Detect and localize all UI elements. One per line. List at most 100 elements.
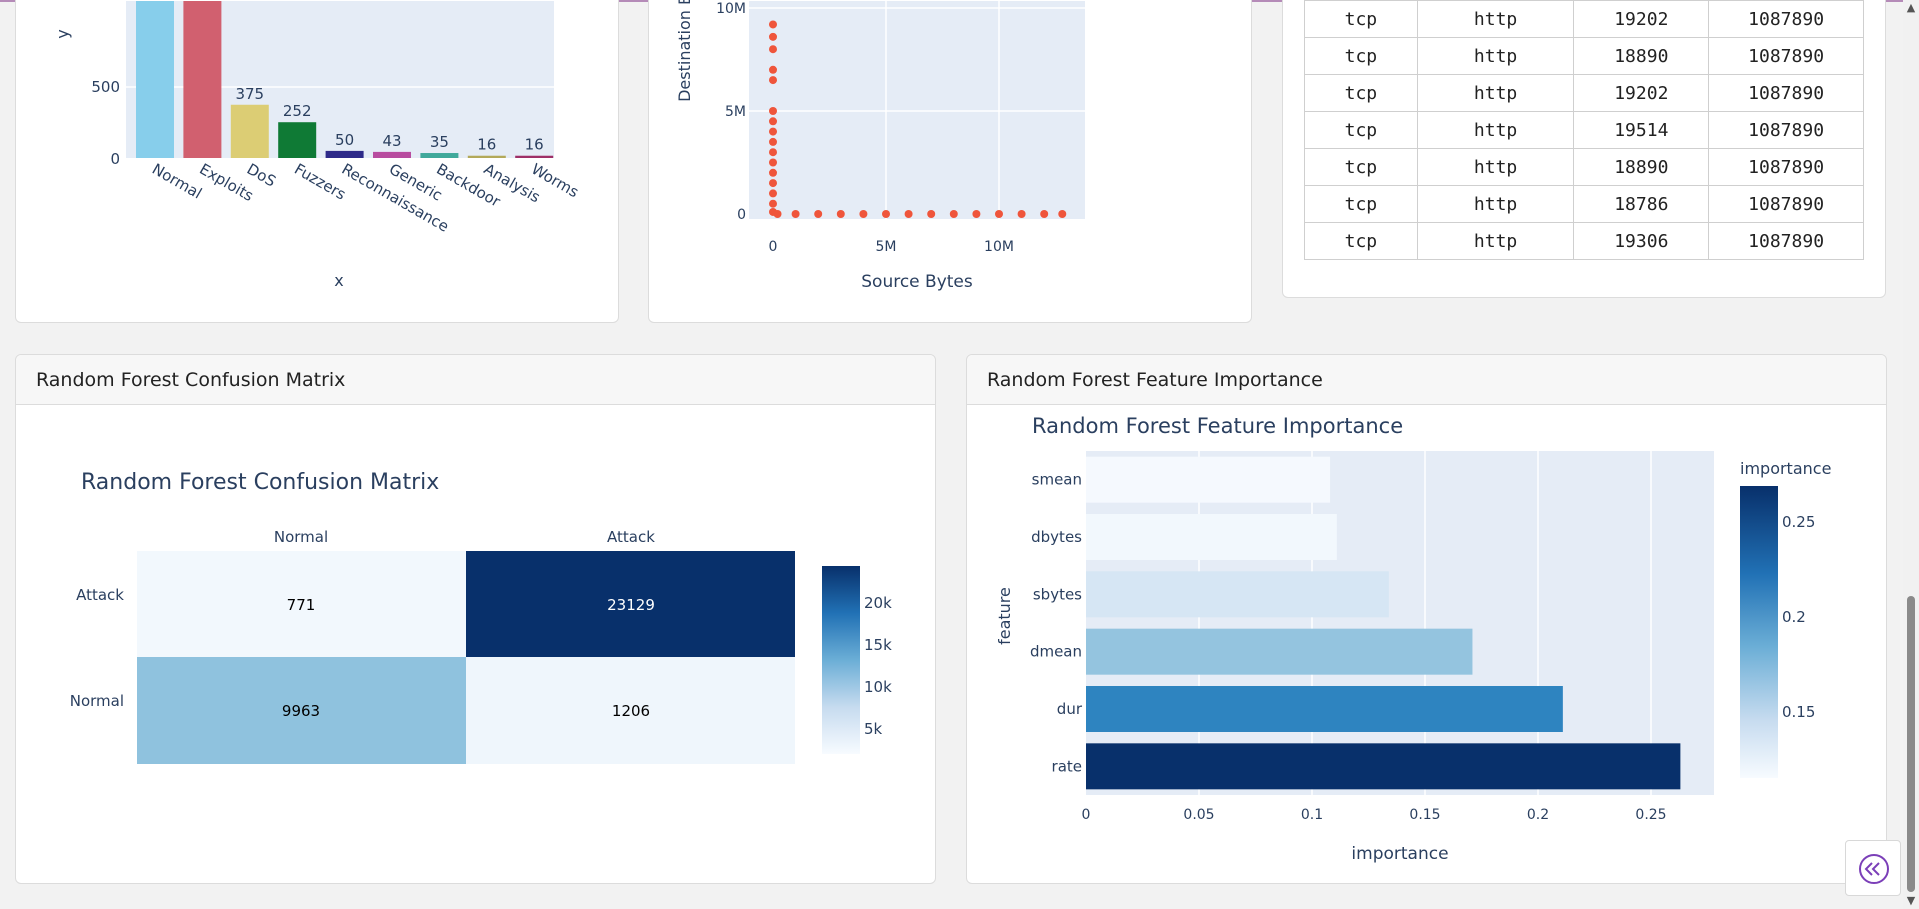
confusion-matrix-title: Random Forest Confusion Matrix xyxy=(81,470,439,495)
feature-importance-title: Random Forest Feature Importance xyxy=(1032,414,1403,438)
table-cell: 1087890 xyxy=(1708,148,1864,186)
attack-category-bar-chart: y 500 0 x NormalExploits375DoS252Fuzzers… xyxy=(53,1,582,290)
table-cell: http xyxy=(1416,222,1575,260)
bar-normal xyxy=(136,1,174,158)
scatter-x-tick-10m: 10M xyxy=(984,239,1014,255)
fi-colorbar xyxy=(1740,486,1778,778)
cm-x-label-attack: Attack xyxy=(607,528,655,546)
feature-importance-chart: Random Forest Feature Importance feature… xyxy=(995,414,1831,864)
fi-bar-dbytes xyxy=(1086,514,1337,560)
confusion-matrix-chart: Random Forest Confusion Matrix Normal At… xyxy=(70,470,892,764)
table-row: tcp http 18890 1087890 xyxy=(1304,148,1864,186)
scatter-y-tick-0: 0 xyxy=(737,207,746,223)
bar-value-label: 375 xyxy=(235,85,264,103)
scatter-plot-area xyxy=(749,1,1085,219)
scatter-point xyxy=(859,210,868,218)
scatter-x-axis-label: Source Bytes xyxy=(861,272,973,292)
scatter-x-tick-5m: 5M xyxy=(876,239,897,255)
scatter-point xyxy=(769,179,777,188)
scatter-point xyxy=(769,76,777,85)
scatter-point xyxy=(769,117,777,126)
table-cell: 1087890 xyxy=(1708,185,1864,223)
cm-colorbar xyxy=(822,566,860,754)
scatter-point xyxy=(769,65,777,74)
records-table: tcp http 19202 1087890 tcp http 18890 1087890 tc… xyxy=(1304,0,1864,260)
cm-colorbar-tick-15k: 15k xyxy=(864,636,892,654)
cm-value-attack-attack: 23129 xyxy=(607,596,655,614)
confusion-matrix-card: Random Forest Confusion Matrix Random Fo… xyxy=(15,354,936,884)
page-scrollbar-thumb[interactable] xyxy=(1907,596,1915,892)
fi-x-tick: 0 xyxy=(1082,807,1091,823)
bar-y-axis-label: y xyxy=(53,29,72,38)
scatter-point xyxy=(769,127,777,136)
scatter-point xyxy=(791,210,800,218)
bar-value-label: 16 xyxy=(477,136,496,154)
scatter-y-tick-10m: 10M xyxy=(716,1,746,17)
bar-analysis xyxy=(467,155,506,158)
cm-colorbar-tick-20k: 20k xyxy=(864,594,892,612)
scatter-point xyxy=(814,210,823,218)
table-cell: 19306 xyxy=(1573,222,1710,260)
scatter-point xyxy=(769,158,777,167)
scroll-down-arrow-icon[interactable]: ▼ xyxy=(1903,893,1919,909)
fi-bar-dmean xyxy=(1086,628,1473,675)
cm-colorbar-tick-10k: 10k xyxy=(864,678,892,696)
scatter-point xyxy=(972,210,981,218)
scatter-y-tick-5m: 5M xyxy=(725,104,746,120)
table-cell: tcp xyxy=(1304,0,1418,38)
table-row: tcp http 19306 1087890 xyxy=(1304,222,1864,260)
bar-value-label: 252 xyxy=(283,102,312,120)
bar-reconnaissance xyxy=(325,150,364,158)
scatter-point xyxy=(769,148,777,157)
table-row: tcp http 19514 1087890 xyxy=(1304,111,1864,149)
fi-feature-label: smean xyxy=(1032,471,1082,489)
table-cell: 1087890 xyxy=(1708,37,1864,75)
bar-backdoor xyxy=(420,153,459,158)
scatter-point xyxy=(1040,210,1049,218)
scatter-point xyxy=(769,189,777,198)
fi-colorbar-tick-015: 0.15 xyxy=(1782,703,1815,721)
table-cell: http xyxy=(1416,148,1575,186)
feature-importance-card: Random Forest Feature Importance Random … xyxy=(966,354,1887,884)
scroll-up-arrow-icon[interactable]: ▲ xyxy=(1903,0,1919,16)
scatter-point xyxy=(769,32,777,41)
scatter-point xyxy=(773,210,782,218)
cm-x-label-normal: Normal xyxy=(274,528,328,546)
scatter-point xyxy=(995,210,1003,218)
cm-y-label-normal: Normal xyxy=(70,692,124,710)
fi-colorbar-tick-025: 0.25 xyxy=(1782,513,1815,531)
table-row: tcp http 19202 1087890 xyxy=(1304,74,1864,112)
fi-x-tick: 0.05 xyxy=(1183,807,1214,823)
table-cell: 19514 xyxy=(1573,111,1710,149)
fi-colorbar-tick-02: 0.2 xyxy=(1782,608,1806,626)
table-cell: 18890 xyxy=(1573,148,1710,186)
fi-x-tick: 0.25 xyxy=(1635,807,1666,823)
bar-exploits xyxy=(183,1,222,158)
double-chevron-left-icon xyxy=(1859,854,1889,884)
scatter-point xyxy=(769,199,777,208)
table-cell: http xyxy=(1416,0,1575,38)
scatter-point xyxy=(1017,210,1026,218)
bar-category-label: Normal xyxy=(149,160,205,203)
table-row: tcp http 18890 1087890 xyxy=(1304,37,1864,75)
bar-y-tick-0: 0 xyxy=(110,150,120,168)
table-cell: http xyxy=(1416,111,1575,149)
cm-value-normal-attack: 1206 xyxy=(612,702,650,720)
table-cell: tcp xyxy=(1304,185,1418,223)
bar-value-label: 35 xyxy=(430,133,449,151)
table-cell: http xyxy=(1416,37,1575,75)
confusion-matrix-card-header: Random Forest Confusion Matrix xyxy=(16,355,935,405)
table-cell: tcp xyxy=(1304,111,1418,149)
fi-x-tick: 0.2 xyxy=(1527,807,1549,823)
scatter-point xyxy=(927,210,936,218)
cm-y-label-attack: Attack xyxy=(76,586,124,604)
scatter-point xyxy=(836,210,845,218)
fi-colorbar-title: importance xyxy=(1740,459,1831,478)
collapse-sidebar-button[interactable] xyxy=(1845,840,1901,896)
table-cell: tcp xyxy=(1304,37,1418,75)
bar-category-label: Fuzzers xyxy=(291,160,349,204)
scatter-point xyxy=(1058,210,1067,218)
bar-y-tick-500: 500 xyxy=(91,78,120,96)
fi-feature-label: sbytes xyxy=(1033,585,1082,603)
table-cell: http xyxy=(1416,185,1575,223)
